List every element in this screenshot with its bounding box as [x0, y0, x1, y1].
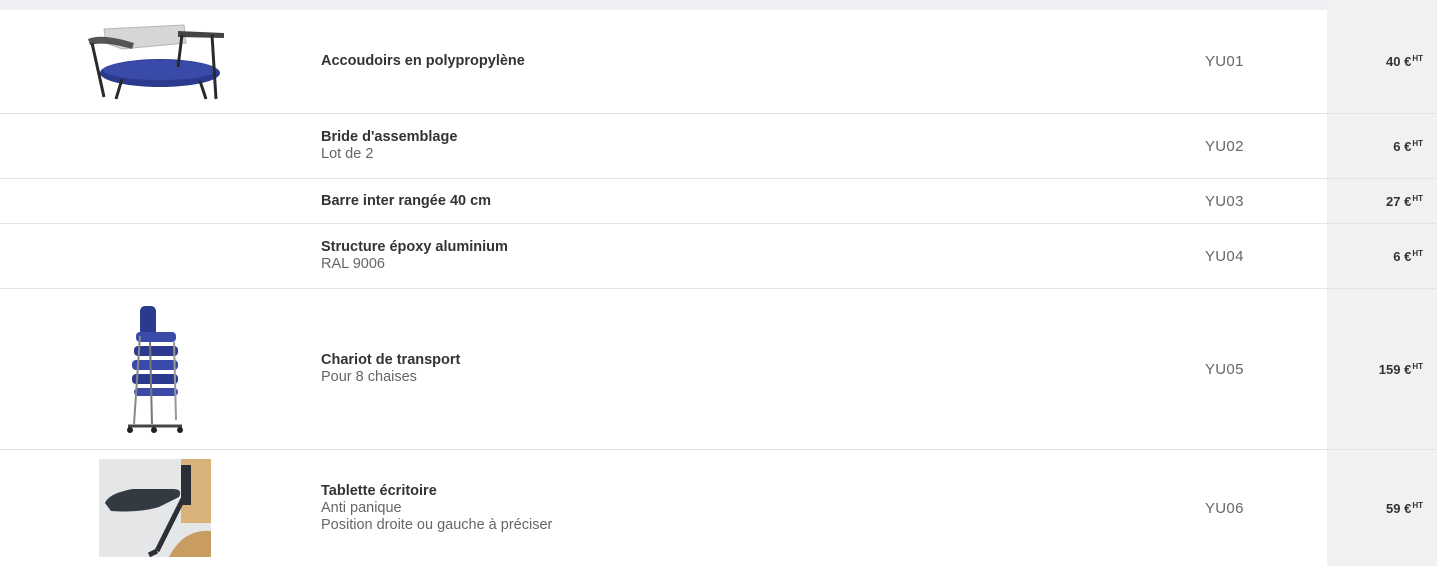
product-name: Structure époxy aluminium — [321, 239, 508, 255]
product-detail: Pour 8 chaises — [321, 369, 417, 385]
price-value: 6 € — [1393, 138, 1412, 154]
product-reference: YU05 — [1205, 360, 1244, 378]
table-row: Chariot de transport Pour 8 chaises YU05… — [0, 289, 1437, 450]
price-suffix: HT — [1412, 193, 1423, 203]
product-image-cell — [0, 450, 310, 566]
product-detail: RAL 9006 — [321, 256, 385, 272]
price-value: 6 € — [1393, 248, 1412, 264]
product-detail: Anti panique — [321, 499, 402, 516]
product-description-cell: Structure époxy aluminium RAL 9006 — [310, 239, 1188, 273]
price-value: 159 € — [1378, 361, 1412, 377]
product-description-cell: Barre inter rangée 40 cm — [310, 193, 1188, 210]
product-image-cell — [0, 224, 310, 288]
product-price: 6 €HT — [1327, 139, 1437, 154]
price-suffix: HT — [1412, 500, 1423, 510]
product-description-cell: Accoudoirs en polypropylène — [310, 53, 1188, 70]
product-name: Barre inter rangée 40 cm — [321, 192, 492, 209]
product-reference: YU04 — [1205, 247, 1244, 265]
product-image-cell — [0, 289, 310, 449]
price-suffix: HT — [1412, 54, 1423, 63]
product-reference: YU03 — [1205, 192, 1244, 210]
product-reference: YU01 — [1205, 53, 1244, 70]
product-name: Accoudoirs en polypropylène — [321, 53, 525, 69]
table-top-strip — [0, 0, 1437, 10]
price-value: 40 € — [1386, 54, 1412, 69]
product-detail: Position droite ou gauche à préciser — [321, 516, 553, 533]
product-description-cell: Bride d'assemblage Lot de 2 — [310, 129, 1188, 163]
product-reference: YU06 — [1205, 499, 1244, 517]
product-price: 40 €HT — [1327, 54, 1437, 69]
product-name: Chariot de transport — [321, 352, 461, 368]
table-row: Accoudoirs en polypropylène YU01 40 €HT — [0, 10, 1437, 114]
product-name: Tablette écritoire — [321, 482, 437, 499]
product-image-cell — [0, 179, 310, 223]
table-row: Bride d'assemblage Lot de 2 YU02 6 €HT — [0, 114, 1437, 179]
product-name: Bride d'assemblage — [321, 129, 458, 145]
product-description-cell: Chariot de transport Pour 8 chaises — [310, 352, 1188, 386]
product-image-cell — [0, 114, 310, 178]
price-value: 27 € — [1386, 193, 1412, 209]
product-price: 6 €HT — [1327, 249, 1437, 264]
price-value: 59 € — [1386, 500, 1412, 516]
product-price: 159 €HT — [1327, 362, 1437, 377]
price-suffix: HT — [1412, 361, 1423, 371]
table-row: Barre inter rangée 40 cm YU03 27 €HT — [0, 179, 1437, 224]
product-price: 59 €HT — [1327, 501, 1437, 516]
writing-tablet-image — [99, 459, 211, 557]
chair-armrests-image — [82, 22, 228, 101]
product-image-cell — [0, 10, 310, 113]
product-price: 27 €HT — [1327, 194, 1437, 209]
accessories-table: Accoudoirs en polypropylène YU01 40 €HT … — [0, 10, 1437, 566]
chair-cart-image — [120, 302, 190, 436]
product-reference: YU02 — [1205, 137, 1244, 155]
product-description-cell: Tablette écritoire Anti panique Position… — [310, 483, 1188, 534]
price-suffix: HT — [1412, 138, 1423, 148]
table-row: Tablette écritoire Anti panique Position… — [0, 450, 1437, 566]
product-detail: Lot de 2 — [321, 146, 374, 162]
price-suffix: HT — [1412, 248, 1423, 258]
table-row: Structure époxy aluminium RAL 9006 YU04 … — [0, 224, 1437, 289]
